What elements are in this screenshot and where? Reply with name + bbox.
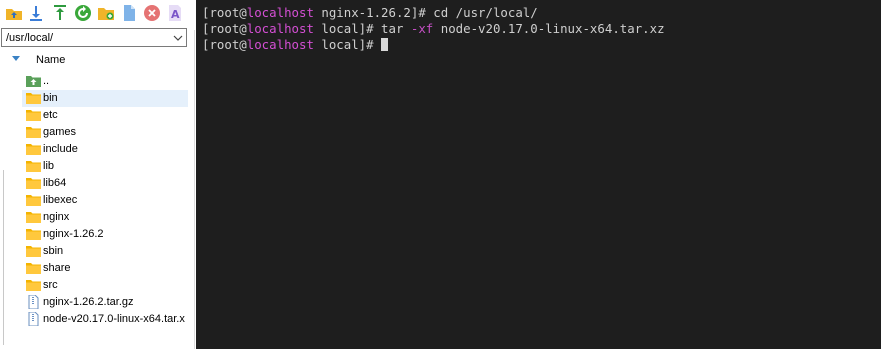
- terminal-cmd: cd /usr/local/: [433, 5, 538, 20]
- file-list-item[interactable]: games: [22, 124, 188, 141]
- file-list-item[interactable]: src: [22, 277, 188, 294]
- folder-icon: [26, 244, 41, 258]
- file-list-item[interactable]: bin: [22, 90, 188, 107]
- chevron-down-icon[interactable]: [170, 29, 186, 46]
- folder-icon: [26, 176, 41, 190]
- column-header-name[interactable]: Name: [0, 51, 188, 69]
- delete-icon[interactable]: [143, 4, 161, 22]
- file-list-item[interactable]: include: [22, 141, 188, 158]
- file-browser-pane: A /usr/local/ Name .. bin etc games include l…: [0, 0, 196, 349]
- file-toolbar: A: [0, 0, 196, 28]
- folder-icon: [26, 108, 41, 122]
- file-name: share: [43, 262, 71, 274]
- terminal-pre: [root@: [202, 21, 247, 36]
- file-name: lib64: [43, 177, 67, 189]
- path-combobox[interactable]: /usr/local/: [1, 28, 187, 47]
- folder-icon: [26, 125, 41, 139]
- new-folder-icon[interactable]: [97, 4, 115, 22]
- file-name: nginx: [43, 211, 70, 223]
- file-name: src: [43, 279, 58, 291]
- terminal-host: localhost: [246, 5, 314, 20]
- path-value: /usr/local/: [6, 32, 54, 44]
- folder-icon: [26, 227, 41, 241]
- terminal-pre: [root@: [202, 37, 247, 52]
- file-name: libexec: [43, 194, 78, 206]
- upload-folder-icon[interactable]: [5, 4, 23, 22]
- terminal-mid: local]#: [313, 21, 382, 36]
- terminal-host: localhost: [246, 37, 314, 52]
- terminal-mid: local]#: [313, 37, 382, 52]
- folder-icon: [26, 261, 41, 275]
- file-list-item[interactable]: share: [22, 260, 188, 277]
- file-name: lib: [43, 160, 55, 172]
- tree-divider: [3, 170, 4, 345]
- download-icon[interactable]: [27, 4, 45, 22]
- terminal-line: [root@localhost local]#: [202, 37, 389, 53]
- terminal-cmd: tar: [381, 21, 411, 36]
- parent-folder-icon: [26, 74, 41, 88]
- file-list-item[interactable]: nginx-1.26.2.tar.gz: [22, 294, 188, 311]
- folder-icon: [26, 159, 41, 173]
- terminal-opt: -xf: [410, 21, 434, 36]
- svg-text:A: A: [171, 8, 180, 21]
- folder-icon: [26, 91, 41, 105]
- terminal-mid: nginx-1.26.2]#: [313, 5, 434, 20]
- file-icon: [26, 294, 41, 310]
- terminal-post: node-v20.17.0-linux-x64.tar.xz: [433, 21, 665, 36]
- file-icon: [26, 311, 41, 327]
- pane-divider[interactable]: [194, 30, 195, 349]
- file-list-item[interactable]: sbin: [22, 243, 188, 260]
- folder-icon: [26, 278, 41, 292]
- terminal-line: [root@localhost nginx-1.26.2]# cd /usr/l…: [202, 5, 538, 21]
- file-name: games: [43, 126, 77, 138]
- file-list-item[interactable]: etc: [22, 107, 188, 124]
- column-header-label: Name: [36, 54, 66, 66]
- file-name: include: [43, 143, 78, 155]
- file-name: nginx-1.26.2: [43, 228, 104, 240]
- file-name: etc: [43, 109, 58, 121]
- folder-icon: [26, 193, 41, 207]
- terminal-host: localhost: [246, 21, 314, 36]
- new-file-icon[interactable]: [120, 4, 138, 22]
- folder-icon: [26, 142, 41, 156]
- file-list-item[interactable]: ..: [22, 73, 188, 90]
- sort-ascending-icon: [12, 56, 20, 61]
- terminal-line: [root@localhost local]# tar -xf node-v20…: [202, 21, 665, 37]
- file-list-item[interactable]: nginx: [22, 209, 188, 226]
- file-list-item[interactable]: lib: [22, 158, 188, 175]
- file-list-item[interactable]: lib64: [22, 175, 188, 192]
- upload-icon[interactable]: [51, 4, 69, 22]
- file-list-item[interactable]: nginx-1.26.2: [22, 226, 188, 243]
- file-name: ..: [43, 75, 50, 87]
- rename-icon[interactable]: A: [166, 4, 184, 22]
- file-list-item[interactable]: libexec: [22, 192, 188, 209]
- terminal[interactable]: [root@localhost nginx-1.26.2]# cd /usr/l…: [196, 0, 881, 349]
- refresh-icon[interactable]: [74, 4, 92, 22]
- file-list-item[interactable]: node-v20.17.0-linux-x64.tar.x: [22, 311, 188, 328]
- file-name: nginx-1.26.2.tar.gz: [43, 296, 134, 308]
- terminal-pre: [root@: [202, 5, 247, 20]
- folder-icon: [26, 210, 41, 224]
- terminal-cursor: [381, 38, 389, 51]
- file-name: node-v20.17.0-linux-x64.tar.x: [43, 313, 185, 325]
- file-name: sbin: [43, 245, 64, 257]
- file-name: bin: [43, 92, 58, 104]
